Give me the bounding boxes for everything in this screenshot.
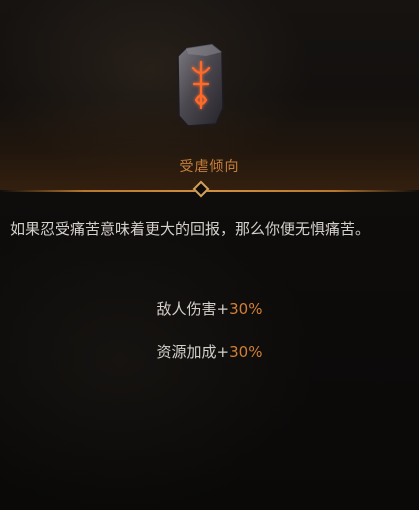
title-divider bbox=[0, 180, 419, 198]
stat-enemy-damage: 敌人伤害+30% bbox=[0, 298, 419, 319]
stat-label: 资源加成 bbox=[156, 343, 217, 361]
stat-value: 30% bbox=[229, 343, 263, 361]
stat-value: 30% bbox=[229, 300, 263, 318]
stat-label: 敌人伤害 bbox=[156, 300, 217, 318]
skill-description: 如果忍受痛苦意味着更大的回报，那么你便无惧痛苦。 bbox=[10, 220, 371, 238]
skill-title: 受虐倾向 bbox=[179, 159, 240, 175]
divider-line bbox=[0, 190, 419, 192]
skill-tooltip: 受虐倾向 如果忍受痛苦意味着更大的回报，那么你便无惧痛苦。 敌人伤害+30% 资… bbox=[0, 0, 419, 510]
stat-sign: + bbox=[216, 300, 230, 318]
stat-sign: + bbox=[216, 343, 230, 361]
stat-resource-bonus: 资源加成+30% bbox=[0, 341, 419, 362]
rune-stone-icon bbox=[176, 42, 226, 128]
